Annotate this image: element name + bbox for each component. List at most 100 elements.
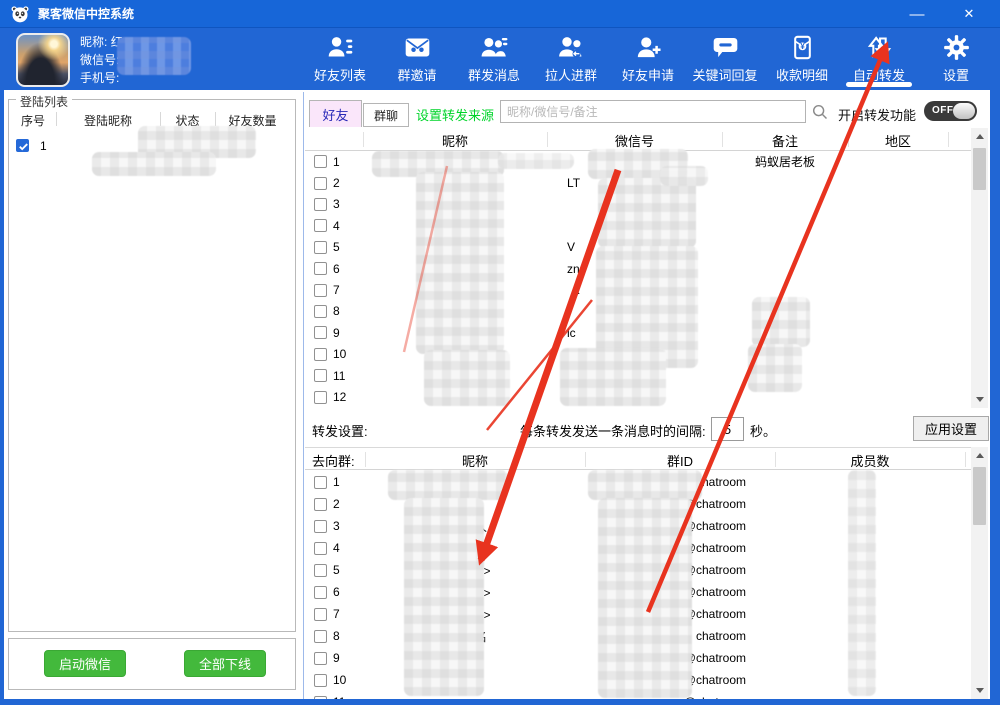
scroll-up-icon[interactable] (971, 447, 988, 464)
column-separator (965, 452, 966, 467)
row-number: 2 (333, 176, 340, 190)
start-wechat-button[interactable]: 启动微信 (44, 650, 126, 677)
column-separator (948, 132, 949, 147)
close-button[interactable]: ✕ (948, 0, 990, 28)
settings-icon (943, 34, 970, 61)
login-row-checkbox[interactable] (16, 139, 29, 152)
column-header: 微信号 (547, 131, 722, 150)
table-corner-label: 去向群: (312, 451, 365, 470)
column-separator (160, 112, 161, 126)
redaction-blur (598, 178, 696, 248)
row-checkbox[interactable] (314, 241, 327, 254)
row-checkbox[interactable] (314, 305, 327, 318)
toggle-state-text: OFF (932, 105, 954, 116)
groups-scrollbar[interactable] (971, 447, 988, 699)
row-checkbox[interactable] (314, 520, 327, 533)
scrollbar-thumb[interactable] (973, 148, 986, 190)
row-checkbox[interactable] (314, 476, 327, 489)
redaction-blur (92, 152, 216, 176)
row-checkbox[interactable] (314, 219, 327, 232)
all-offline-button[interactable]: 全部下线 (184, 650, 266, 677)
row-checkbox[interactable] (314, 608, 327, 621)
row-checkbox[interactable] (314, 284, 327, 297)
toolbar-item-settings[interactable]: 设置 (918, 31, 994, 87)
row-number: 10 (333, 347, 346, 361)
redaction-blur (560, 348, 666, 406)
tab-groupchat[interactable]: 群聊 (363, 103, 409, 127)
toolbar-item-keyword-reply[interactable]: 关键词回复 (687, 31, 763, 87)
row-number: 8 (333, 629, 340, 643)
redaction-blur (588, 470, 702, 500)
toolbar-item-pull-into-group[interactable]: 拉人进群 (533, 31, 609, 87)
row-number: 1 (333, 155, 340, 169)
window-border-bottom (0, 699, 1000, 705)
window-title: 聚客微信中控系统 (38, 5, 134, 22)
column-separator (722, 132, 723, 147)
toolbar-item-friend-request[interactable]: 好友申请 (610, 31, 686, 87)
toolbar-item-label: 群发消息 (468, 65, 520, 84)
toolbar-item-mass-message[interactable]: 群发消息 (456, 31, 532, 87)
row-checkbox[interactable] (314, 630, 327, 643)
toolbar-item-payment-detail[interactable]: ¥收款明细 (764, 31, 840, 87)
toolbar-item-group-invite[interactable]: 群邀请 (379, 31, 455, 87)
row-checkbox[interactable] (314, 198, 327, 211)
friends-scrollbar[interactable] (971, 128, 988, 408)
redaction-blur (848, 470, 876, 696)
login-list-groupbox (8, 99, 296, 632)
row-checkbox[interactable] (314, 674, 327, 687)
column-header: 地区 (848, 131, 948, 150)
groups-table-header: 去向群:昵称群ID成员数 (305, 447, 971, 470)
tab-friends[interactable]: 好友 (309, 100, 362, 127)
toolbar-item-auto-forward[interactable]: 自动转发 (841, 31, 917, 87)
toolbar-item-friends-list[interactable]: 好友列表 (302, 31, 378, 87)
row-number: 4 (333, 541, 340, 555)
row-number: 3 (333, 197, 340, 211)
column-header: 昵称 (363, 131, 547, 150)
row-checkbox[interactable] (314, 177, 327, 190)
redaction-blur (498, 153, 574, 169)
row-checkbox[interactable] (314, 498, 327, 511)
row-checkbox[interactable] (314, 586, 327, 599)
toggle-knob (953, 103, 975, 119)
row-checkbox[interactable] (314, 652, 327, 665)
scroll-up-icon[interactable] (971, 128, 988, 145)
row-checkbox[interactable] (314, 326, 327, 339)
redaction-blur (598, 498, 692, 698)
app-window: 聚客微信中控系统 — ✕ 昵称: 红 微信号: 手机号: 好友列表群邀请群发消息… (0, 0, 1000, 705)
row-number: 1 (333, 475, 340, 489)
row-checkbox[interactable] (314, 542, 327, 555)
interval-input[interactable] (711, 417, 744, 441)
row-checkbox[interactable] (314, 262, 327, 275)
row-checkbox[interactable] (314, 391, 327, 404)
row-checkbox[interactable] (314, 564, 327, 577)
row-number: 12 (333, 390, 346, 404)
row-checkbox[interactable] (314, 369, 327, 382)
keyword-reply-icon (712, 34, 739, 61)
friends-list-icon (327, 34, 354, 61)
row-number: 7 (333, 283, 340, 297)
row-number: 11 (333, 369, 345, 383)
apply-settings-button[interactable]: 应用设置 (913, 416, 989, 441)
interval-unit: 秒。 (750, 421, 776, 440)
scroll-down-icon[interactable] (971, 682, 988, 699)
forward-toggle[interactable]: OFF (924, 101, 977, 121)
row-checkbox[interactable] (314, 348, 327, 361)
redaction-blur (660, 166, 708, 186)
row-number: 5 (333, 563, 340, 577)
scrollbar-thumb[interactable] (973, 467, 986, 525)
search-icon[interactable] (811, 103, 829, 121)
active-tab-underline (846, 82, 912, 87)
column-header: 昵称 (365, 451, 585, 470)
set-forward-source-link[interactable]: 设置转发来源 (416, 105, 494, 124)
search-input[interactable] (500, 100, 806, 123)
row-checkbox[interactable] (314, 155, 327, 168)
row-number: 6 (333, 585, 340, 599)
scroll-down-icon[interactable] (971, 391, 988, 408)
toolbar-item-label: 群邀请 (397, 65, 436, 84)
interval-label: 每条转发发送一条消息时的间隔: (520, 421, 706, 440)
row-number: 10 (333, 673, 346, 687)
minimize-button[interactable]: — (896, 0, 938, 28)
user-phone-line: 手机号: (80, 72, 123, 84)
toolbar-item-label: 收款明细 (776, 65, 828, 84)
login-list-title: 登陆列表 (16, 93, 72, 110)
